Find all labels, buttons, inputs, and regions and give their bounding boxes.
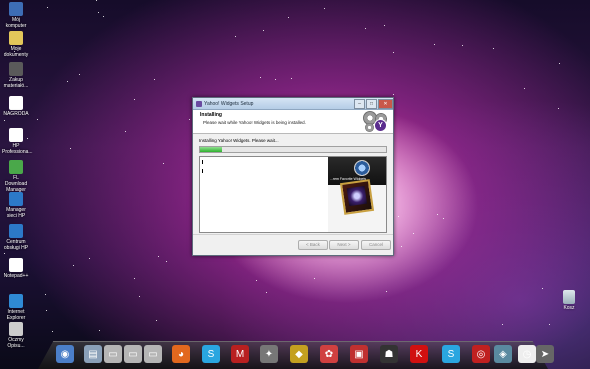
setup-dialog: Yahoo! Widgets Setup – □ ✕ Installing Pl… bbox=[192, 97, 394, 256]
drive-icon[interactable]: ▭ bbox=[104, 345, 122, 363]
skype-icon-2[interactable]: S bbox=[442, 345, 460, 363]
ie-icon bbox=[9, 294, 23, 308]
maximize-button[interactable]: □ bbox=[366, 99, 377, 109]
photo-frame-icon bbox=[339, 179, 375, 215]
desktop-icon-network[interactable]: Manager sieci HP bbox=[2, 192, 30, 219]
desktop-icon-label: Oczmy Opisu... bbox=[7, 337, 25, 349]
log-caret bbox=[202, 160, 203, 164]
desktop-icon-label: NAGRODA bbox=[3, 111, 29, 117]
computer-icon bbox=[9, 2, 23, 16]
support-icon bbox=[9, 224, 23, 238]
desktop-icon-label: Centrum obsługi HP bbox=[3, 239, 29, 251]
desktop-icon-notepad[interactable]: Notepad++ bbox=[2, 258, 30, 279]
folder-icon bbox=[9, 62, 23, 76]
footer-divider bbox=[193, 234, 393, 235]
desktop-icon-document[interactable]: NAGRODA bbox=[2, 96, 30, 117]
screenshot-icon[interactable]: ◈ bbox=[494, 345, 512, 363]
download-icon bbox=[9, 160, 23, 174]
dialog-titlebar[interactable]: Yahoo! Widgets Setup – □ ✕ bbox=[193, 98, 393, 110]
media-icon[interactable]: M bbox=[231, 345, 249, 363]
install-log[interactable]: ...rem Favorite Widgets bbox=[199, 156, 387, 233]
desktop-icon-label: HP Professiona... bbox=[2, 143, 33, 155]
notepad-icon bbox=[9, 258, 23, 272]
desktop-icon-download[interactable]: FL Download Manager bbox=[2, 160, 30, 193]
dialog-title: Yahoo! Widgets Setup bbox=[204, 100, 254, 107]
desktop-icon-app[interactable]: Oczmy Opisu... bbox=[2, 322, 30, 349]
drive-icon-2[interactable]: ▭ bbox=[124, 345, 142, 363]
dialog-header: Installing Please wait while Yahoo! Widg… bbox=[193, 110, 393, 134]
camera-lens-icon bbox=[354, 160, 370, 176]
radio-icon[interactable]: ◎ bbox=[472, 345, 490, 363]
desktop-icon-label: Zakup materiałó... bbox=[3, 77, 29, 89]
desktop-icon-documents[interactable]: Moje dokumenty bbox=[2, 31, 30, 58]
close-button[interactable]: ✕ bbox=[378, 99, 393, 109]
arrow-icon[interactable]: ➤ bbox=[536, 345, 554, 363]
game-icon[interactable]: ☗ bbox=[380, 345, 398, 363]
drive-icon-3[interactable]: ▭ bbox=[144, 345, 162, 363]
documents-icon bbox=[9, 31, 23, 45]
desktop-icon-label: Manager sieci HP bbox=[6, 207, 26, 219]
recycle-bin-icon bbox=[563, 290, 575, 304]
skype-icon[interactable]: S bbox=[202, 345, 220, 363]
hp-icon bbox=[9, 128, 23, 142]
document-icon bbox=[9, 96, 23, 110]
install-status: Installing Yahoo! Widgets. Please wait..… bbox=[199, 138, 279, 143]
minimize-button[interactable]: – bbox=[354, 99, 365, 109]
computer-dock-icon[interactable]: ▤ bbox=[84, 345, 102, 363]
winamp-icon[interactable]: ◆ bbox=[290, 345, 308, 363]
desktop-icon-computer[interactable]: Mój komputer bbox=[2, 2, 30, 29]
desktop-icon-label: Moje dokumenty bbox=[3, 46, 29, 58]
cancel-button[interactable]: Cancel bbox=[361, 240, 391, 250]
desktop-icon-hp[interactable]: HP Professiona... bbox=[2, 128, 33, 155]
desktop-icon-label: Mój komputer bbox=[5, 17, 27, 29]
widgets-preview-image: ...rem Favorite Widgets bbox=[328, 157, 386, 232]
gamepad-icon[interactable]: ✦ bbox=[260, 345, 278, 363]
desktop-icon-label: Internet Explorer bbox=[6, 309, 26, 321]
next-button[interactable]: Next > bbox=[329, 240, 359, 250]
yahoo-app-icon bbox=[196, 100, 202, 107]
desktop-icon-folder[interactable]: Zakup materiałó... bbox=[2, 62, 30, 89]
windows-icon[interactable]: ◉ bbox=[56, 345, 74, 363]
app-icon bbox=[9, 322, 23, 336]
back-button[interactable]: < Back bbox=[298, 240, 328, 250]
desktop-icon-label: FL Download Manager bbox=[4, 175, 28, 193]
desktop-icon-support[interactable]: Centrum obsługi HP bbox=[2, 224, 30, 251]
progress-fill bbox=[200, 147, 223, 152]
install-progress-bar bbox=[199, 146, 387, 153]
photo-icon[interactable]: ✿ bbox=[320, 345, 338, 363]
office-icon[interactable]: ▣ bbox=[350, 345, 368, 363]
desktop-icon-label: Notepad++ bbox=[3, 273, 29, 279]
yahoo-logo-icon: Y bbox=[374, 119, 387, 132]
desktop-icon-ie[interactable]: Internet Explorer bbox=[2, 294, 30, 321]
desktop-icon-label: Kosz bbox=[563, 305, 575, 311]
kaspersky-icon[interactable]: K bbox=[410, 345, 428, 363]
network-icon bbox=[9, 192, 23, 206]
clock-icon[interactable]: ◷ bbox=[518, 345, 536, 363]
desktop-icon-recycle-bin[interactable]: Kosz bbox=[558, 290, 580, 311]
firefox-icon[interactable]: ◕ bbox=[172, 345, 190, 363]
log-caret-2 bbox=[202, 169, 203, 173]
